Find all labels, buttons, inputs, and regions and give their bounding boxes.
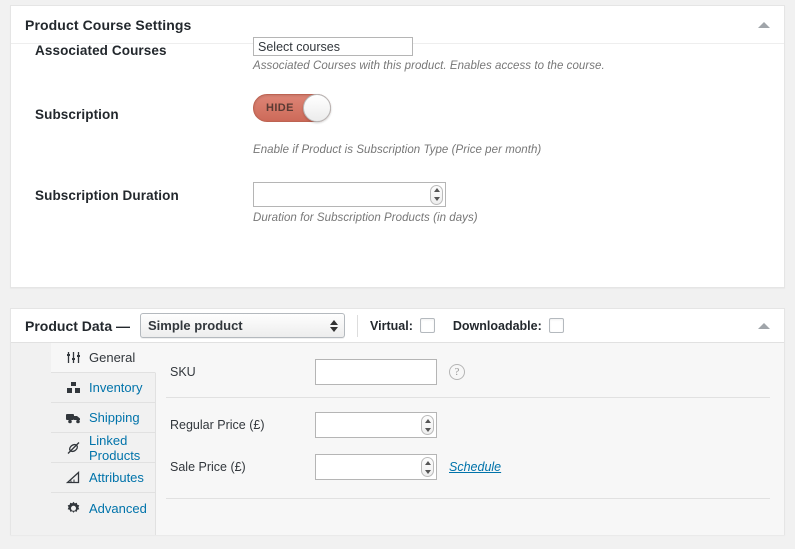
tab-advanced[interactable]: Advanced [51,493,155,523]
product-data-header: Product Data — Simple product Virtual: D… [11,309,784,343]
subscription-toggle[interactable]: HIDE [253,94,331,122]
regular-price-label: Regular Price (£) [170,418,265,432]
associated-courses-label: Associated Courses [35,43,167,58]
header-divider [357,314,359,337]
stepper-arrows[interactable] [421,457,434,477]
tab-attributes-label: Attributes [89,470,144,485]
select-courses-input[interactable] [253,37,413,56]
triangle-up-icon[interactable] [758,21,770,28]
subscription-duration-field: Duration for Subscription Products (in d… [253,182,478,224]
downloadable-label: Downloadable: [452,318,542,333]
subscription-field: HIDE Enable if Product is Subscription T… [253,94,541,156]
product-type-select[interactable]: Simple product [140,313,346,338]
product-data-tabs: General Inventory Shipping Linked Produc… [11,343,156,535]
toggle-knob[interactable] [303,94,331,122]
boxes-icon [65,380,82,395]
schedule-link[interactable]: Schedule [449,460,501,474]
virtual-checkbox-group: Virtual: [370,318,435,333]
tab-advanced-label: Advanced [89,500,147,516]
product-course-settings-panel: Product Course Settings Associated Cours… [10,5,785,288]
admin-page: Product Course Settings Associated Cours… [0,0,795,549]
subscription-toggle-label: HIDE [266,102,294,114]
help-icon[interactable]: ? [449,364,465,380]
product-data-fields: SKU ? Regular Price (£) Sale Price (£) S… [156,343,784,535]
associated-courses-description: Associated Courses with this product. En… [253,60,605,72]
sale-price-label: Sale Price (£) [170,460,246,474]
product-type-select-wrap[interactable]: Simple product [140,313,346,338]
sku-label: SKU [170,365,196,379]
gear-icon [65,501,82,516]
field-divider [166,397,770,398]
sale-price-row: Sale Price (£) Schedule [156,446,784,488]
field-divider-bottom [166,498,770,499]
sale-price-input[interactable] [315,454,437,480]
truck-icon [65,410,82,425]
product-data-body: General Inventory Shipping Linked Produc… [11,343,784,535]
virtual-checkbox[interactable] [419,318,435,333]
page-title: Product Course Settings [25,16,192,33]
tab-shipping-label: Shipping [89,410,140,425]
chevron-up-icon[interactable] [424,460,431,465]
tab-general-label: General [89,350,136,365]
tab-inventory[interactable]: Inventory [51,373,155,403]
product-data-panel: Product Data — Simple product Virtual: D… [10,308,785,535]
regular-price-stepper[interactable] [315,412,437,438]
subscription-duration-label: Subscription Duration [35,188,179,203]
sku-input[interactable] [315,359,437,385]
associated-courses-label-wrap: Associated Courses [35,42,167,60]
product-data-title: Product Data — [25,317,131,334]
triangle-up-icon[interactable] [758,322,770,329]
sku-row: SKU ? [156,353,784,391]
tab-general[interactable]: General [51,343,156,373]
chevron-down-icon[interactable] [433,197,440,201]
subscription-description: Enable if Product is Subscription Type (… [253,144,542,156]
sliders-icon [65,350,82,365]
stepper-arrows[interactable] [430,184,443,205]
tab-shipping[interactable]: Shipping [51,403,155,433]
subscription-label-wrap: Subscription [35,106,119,124]
tab-attributes[interactable]: Attributes [51,463,155,493]
subscription-duration-label-wrap: Subscription Duration [35,187,179,205]
subscription-duration-input[interactable] [253,182,446,207]
regular-price-row: Regular Price (£) [156,404,784,446]
subscription-duration-stepper[interactable] [253,182,446,207]
regular-price-input[interactable] [315,412,437,438]
virtual-label: Virtual: [370,318,413,333]
tab-linked-products-label: Linked Products [89,432,141,463]
chevron-down-icon[interactable] [424,427,431,432]
chevron-up-icon[interactable] [433,188,440,192]
chevron-down-icon[interactable] [424,469,431,474]
stepper-arrows[interactable] [421,415,434,435]
sale-price-stepper[interactable] [315,454,437,480]
downloadable-checkbox[interactable] [548,318,564,333]
downloadable-checkbox-group: Downloadable: [453,318,564,333]
ruler-icon [65,470,82,485]
tab-linked-products[interactable]: Linked Products [51,433,155,463]
chevron-up-icon[interactable] [424,418,431,423]
associated-courses-field: Associated Courses with this product. En… [253,37,605,72]
subscription-label: Subscription [35,107,119,122]
link-icon [65,440,82,455]
tab-inventory-label: Inventory [89,380,143,395]
subscription-duration-description: Duration for Subscription Products (in d… [253,212,478,224]
